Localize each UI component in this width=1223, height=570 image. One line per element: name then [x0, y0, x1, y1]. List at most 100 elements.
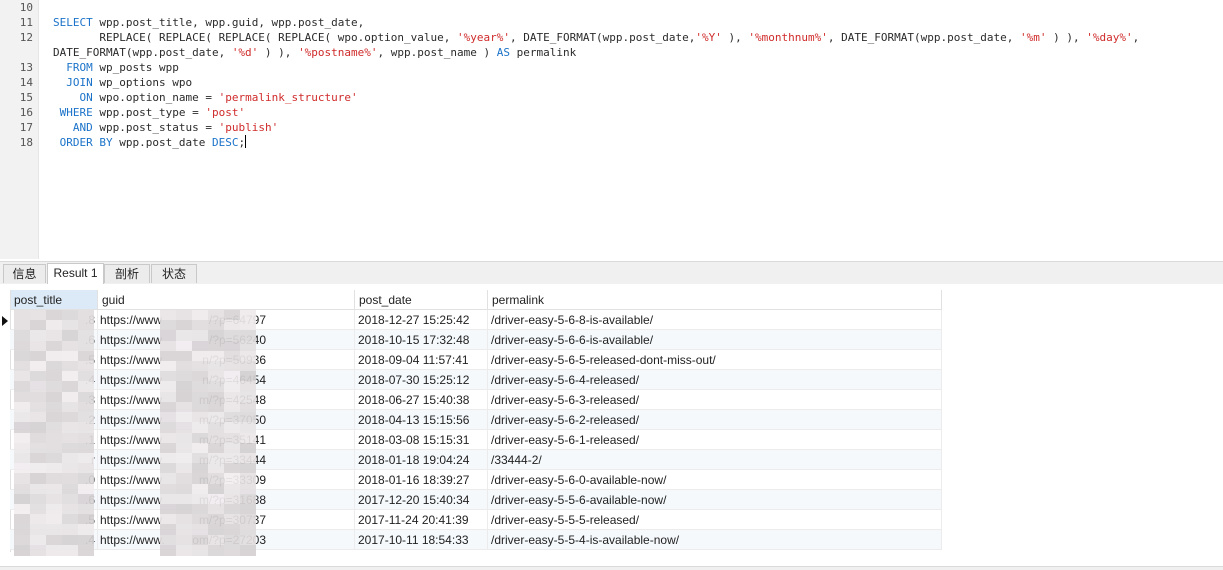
grid-header: post_title guid post_date permalink: [10, 290, 942, 310]
tab-status[interactable]: 状态: [151, 264, 197, 283]
status-bar: [0, 566, 1223, 570]
table-row[interactable]: rhttps://wwwm/?p=334442018-01-18 19:04:2…: [10, 450, 942, 470]
line-number: 16: [19, 106, 33, 119]
line-number: 10: [19, 1, 33, 14]
table-row[interactable]: .4https://wwwn/?p=464542018-07-30 15:25:…: [10, 370, 942, 390]
cell-post-date[interactable]: 2018-07-30 15:25:12: [355, 370, 488, 390]
guid-prefix: https://www: [100, 513, 163, 527]
cell-permalink[interactable]: /33444-2/: [488, 450, 942, 470]
sql-string: '%Y': [695, 31, 722, 44]
cell-permalink[interactable]: /driver-easy-5-6-3-released/: [488, 390, 942, 410]
mosaic-tile: [176, 544, 192, 556]
table-row[interactable]: .2https://wwwm/?p=370502018-04-13 15:15:…: [10, 410, 942, 430]
redaction-mosaic-title: [14, 310, 94, 556]
mosaic-tile: [240, 544, 256, 556]
sql-string: '%d': [231, 46, 259, 59]
code-text: DATE_FORMAT(wpp.post_date, '%d' ) ), '%p…: [53, 45, 576, 60]
cell-permalink[interactable]: /driver-easy-5-6-0-available-now/: [488, 470, 942, 490]
guid-prefix: https://www: [100, 473, 163, 487]
sql-text: wpo.option_name =: [92, 91, 219, 104]
table-row[interactable]: .5https://wwwm/?p=307372017-11-24 20:41:…: [10, 510, 942, 530]
mosaic-tile: [46, 544, 62, 556]
cell-permalink[interactable]: /driver-easy-5-5-6-available-now/: [488, 490, 942, 510]
sql-text: wpp.post_title, wpp.guid, wpp.post_date,: [92, 16, 365, 29]
guid-prefix: https://www: [100, 313, 163, 327]
cell-post-date[interactable]: 2018-10-15 17:32:48: [355, 330, 488, 350]
cell-permalink[interactable]: /driver-easy-5-5-5-released/: [488, 510, 942, 530]
sql-keyword: AS: [496, 46, 511, 59]
cell-post-date[interactable]: 2018-03-08 15:15:31: [355, 430, 488, 450]
column-header-post-date[interactable]: post_date: [355, 290, 488, 310]
table-row[interactable]: .8https://www/?p=647972018-12-27 15:25:4…: [10, 310, 942, 330]
column-header-permalink[interactable]: permalink: [488, 290, 942, 310]
guid-prefix: https://www: [100, 453, 163, 467]
sql-text: wpp.post_status =: [92, 121, 219, 134]
sql-keyword: AND: [72, 121, 93, 134]
cell-post-date[interactable]: 2017-10-11 18:54:33: [355, 530, 488, 550]
sql-string: '%year%': [456, 31, 510, 44]
cell-post-date[interactable]: 2018-09-04 11:57:41: [355, 350, 488, 370]
cell-post-date[interactable]: 2017-12-20 15:40:34: [355, 490, 488, 510]
table-row[interactable]: .3https://wwwm/?p=425482018-06-27 15:40:…: [10, 390, 942, 410]
tab-info[interactable]: 信息: [3, 264, 46, 283]
cell-permalink[interactable]: /driver-easy-5-6-8-is-available/: [488, 310, 942, 330]
sql-string: '%m': [1019, 31, 1047, 44]
code-text: FROM wp_posts wpp: [53, 60, 179, 75]
table-row[interactable]: .5https://wwwn/?p=509362018-09-04 11:57:…: [10, 350, 942, 370]
sql-text: permalink: [510, 46, 577, 59]
sql-text: ,: [1132, 31, 1140, 44]
table-row[interactable]: .6https://wwwm/?p=316882017-12-20 15:40:…: [10, 490, 942, 510]
result-tabs: 信息 Result 1 剖析 状态: [0, 261, 1223, 285]
sql-text: wpp.post_date: [112, 136, 212, 149]
sql-keyword: WHERE: [59, 106, 93, 119]
cell-permalink[interactable]: /driver-easy-5-6-1-released/: [488, 430, 942, 450]
sql-string: '%postname%': [298, 46, 378, 59]
sql-keyword: JOIN: [66, 76, 93, 89]
table-row[interactable]: .4https://www.om/?p=272032017-10-11 18:5…: [10, 530, 942, 550]
cell-permalink[interactable]: /driver-easy-5-6-4-released/: [488, 370, 942, 390]
table-row[interactable]: .6https://www/?p=562402018-10-15 17:32:4…: [10, 330, 942, 350]
cell-post-date[interactable]: 2017-11-24 20:41:39: [355, 510, 488, 530]
tab-profile[interactable]: 剖析: [104, 264, 150, 283]
cell-post-date[interactable]: 2018-12-27 15:25:42: [355, 310, 488, 330]
column-header-post-title[interactable]: post_title: [10, 290, 98, 310]
text-caret: [245, 135, 247, 148]
table-row[interactable]: .1https://wwwm/?p=351412018-03-08 15:15:…: [10, 430, 942, 450]
cell-permalink[interactable]: /driver-easy-5-5-4-is-available-now/: [488, 530, 942, 550]
cell-permalink[interactable]: /driver-easy-5-6-2-released/: [488, 410, 942, 430]
guid-prefix: https://www: [100, 353, 163, 367]
cell-permalink[interactable]: /driver-easy-5-6-6-is-available/: [488, 330, 942, 350]
sql-string: '%day%': [1086, 31, 1133, 44]
sql-string: 'permalink_structure': [218, 91, 358, 104]
guid-prefix: https://www: [100, 413, 163, 427]
guid-prefix: https://www: [100, 493, 163, 507]
guid-prefix: https://www: [100, 373, 163, 387]
column-header-guid[interactable]: guid: [98, 290, 355, 310]
cell-post-date[interactable]: 2018-01-16 18:39:27: [355, 470, 488, 490]
cell-post-date[interactable]: 2018-01-18 19:04:24: [355, 450, 488, 470]
sql-string: 'post': [205, 106, 246, 119]
cell-post-date[interactable]: 2018-06-27 15:40:38: [355, 390, 488, 410]
code-text: SELECT wpp.post_title, wpp.guid, wpp.pos…: [53, 15, 364, 30]
mosaic-tile: [160, 544, 176, 556]
sql-text: , DATE_FORMAT(wpp.post_date,: [509, 31, 696, 44]
line-number: 17: [19, 121, 33, 134]
sql-keyword: FROM: [66, 61, 93, 74]
sql-string: 'publish': [218, 121, 279, 134]
code-text: AND wpp.post_status = 'publish': [53, 120, 278, 135]
table-row[interactable]: .0https://wwwm/?p=333092018-01-16 18:39:…: [10, 470, 942, 490]
tab-result-1[interactable]: Result 1: [47, 263, 104, 284]
cell-post-date[interactable]: 2018-04-13 15:15:56: [355, 410, 488, 430]
sql-text: ) ),: [1046, 31, 1087, 44]
cell-permalink[interactable]: /driver-easy-5-6-5-released-dont-miss-ou…: [488, 350, 942, 370]
sql-text: ),: [721, 31, 749, 44]
current-row-arrow-icon: [2, 316, 8, 326]
line-number: 18: [19, 136, 33, 149]
sql-editor[interactable]: 10 11 SELECT wpp.post_title, wpp.guid, wpp…: [0, 0, 1223, 259]
